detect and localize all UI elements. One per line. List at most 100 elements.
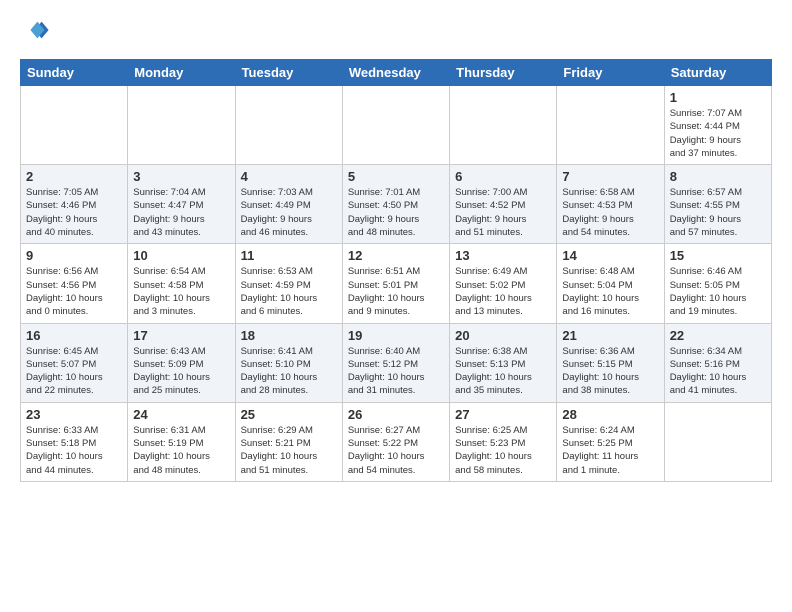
day-info: Sunrise: 6:53 AM Sunset: 4:59 PM Dayligh… (241, 265, 337, 318)
calendar-week-3: 9 Sunrise: 6:56 AM Sunset: 4:56 PM Daylig… (21, 244, 772, 323)
day-info: Sunrise: 6:58 AM Sunset: 4:53 PM Dayligh… (562, 186, 658, 239)
calendar-cell (235, 86, 342, 165)
calendar-cell: 7 Sunrise: 6:58 AM Sunset: 4:53 PM Daylig… (557, 165, 664, 244)
calendar-cell: 25 Sunrise: 6:29 AM Sunset: 5:21 PM Dayli… (235, 402, 342, 481)
calendar-header-wednesday: Wednesday (342, 60, 449, 86)
day-number: 21 (562, 328, 658, 343)
calendar-cell: 12 Sunrise: 6:51 AM Sunset: 5:01 PM Dayli… (342, 244, 449, 323)
day-info: Sunrise: 6:49 AM Sunset: 5:02 PM Dayligh… (455, 265, 551, 318)
day-number: 4 (241, 169, 337, 184)
day-number: 25 (241, 407, 337, 422)
day-number: 26 (348, 407, 444, 422)
day-info: Sunrise: 6:56 AM Sunset: 4:56 PM Dayligh… (26, 265, 122, 318)
calendar-cell: 13 Sunrise: 6:49 AM Sunset: 5:02 PM Dayli… (450, 244, 557, 323)
calendar-cell (450, 86, 557, 165)
calendar-cell: 2 Sunrise: 7:05 AM Sunset: 4:46 PM Daylig… (21, 165, 128, 244)
day-info: Sunrise: 7:04 AM Sunset: 4:47 PM Dayligh… (133, 186, 229, 239)
calendar-cell (342, 86, 449, 165)
day-number: 10 (133, 248, 229, 263)
day-number: 11 (241, 248, 337, 263)
calendar-cell: 11 Sunrise: 6:53 AM Sunset: 4:59 PM Dayli… (235, 244, 342, 323)
calendar-week-4: 16 Sunrise: 6:45 AM Sunset: 5:07 PM Dayli… (21, 323, 772, 402)
calendar-header-tuesday: Tuesday (235, 60, 342, 86)
calendar-cell: 18 Sunrise: 6:41 AM Sunset: 5:10 PM Dayli… (235, 323, 342, 402)
calendar-cell (128, 86, 235, 165)
day-info: Sunrise: 7:03 AM Sunset: 4:49 PM Dayligh… (241, 186, 337, 239)
day-info: Sunrise: 6:25 AM Sunset: 5:23 PM Dayligh… (455, 424, 551, 477)
day-info: Sunrise: 6:38 AM Sunset: 5:13 PM Dayligh… (455, 345, 551, 398)
day-number: 1 (670, 90, 766, 105)
day-number: 9 (26, 248, 122, 263)
day-info: Sunrise: 6:51 AM Sunset: 5:01 PM Dayligh… (348, 265, 444, 318)
calendar-cell: 24 Sunrise: 6:31 AM Sunset: 5:19 PM Dayli… (128, 402, 235, 481)
calendar-cell: 1 Sunrise: 7:07 AM Sunset: 4:44 PM Daylig… (664, 86, 771, 165)
calendar-cell: 6Sunrise: 7:00 AM Sunset: 4:52 PM Daylig… (450, 165, 557, 244)
calendar-cell: 26Sunrise: 6:27 AM Sunset: 5:22 PM Dayli… (342, 402, 449, 481)
header (20, 16, 772, 49)
calendar-cell: 9 Sunrise: 6:56 AM Sunset: 4:56 PM Daylig… (21, 244, 128, 323)
calendar-cell: 8 Sunrise: 6:57 AM Sunset: 4:55 PM Daylig… (664, 165, 771, 244)
day-number: 8 (670, 169, 766, 184)
logo (20, 16, 50, 49)
day-number: 13 (455, 248, 551, 263)
day-info: Sunrise: 6:41 AM Sunset: 5:10 PM Dayligh… (241, 345, 337, 398)
day-number: 3 (133, 169, 229, 184)
day-number: 15 (670, 248, 766, 263)
calendar-cell (664, 402, 771, 481)
day-info: Sunrise: 7:07 AM Sunset: 4:44 PM Dayligh… (670, 107, 766, 160)
day-number: 22 (670, 328, 766, 343)
calendar-cell: 14 Sunrise: 6:48 AM Sunset: 5:04 PM Dayli… (557, 244, 664, 323)
calendar-cell: 10Sunrise: 6:54 AM Sunset: 4:58 PM Dayli… (128, 244, 235, 323)
day-info: Sunrise: 6:36 AM Sunset: 5:15 PM Dayligh… (562, 345, 658, 398)
day-number: 16 (26, 328, 122, 343)
day-info: Sunrise: 6:46 AM Sunset: 5:05 PM Dayligh… (670, 265, 766, 318)
day-number: 7 (562, 169, 658, 184)
logo-icon (22, 16, 50, 44)
day-info: Sunrise: 6:43 AM Sunset: 5:09 PM Dayligh… (133, 345, 229, 398)
calendar-header-saturday: Saturday (664, 60, 771, 86)
calendar-cell: 5 Sunrise: 7:01 AM Sunset: 4:50 PM Daylig… (342, 165, 449, 244)
calendar-header-row: SundayMondayTuesdayWednesdayThursdayFrid… (21, 60, 772, 86)
day-info: Sunrise: 6:29 AM Sunset: 5:21 PM Dayligh… (241, 424, 337, 477)
calendar-cell: 22 Sunrise: 6:34 AM Sunset: 5:16 PM Dayli… (664, 323, 771, 402)
day-number: 2 (26, 169, 122, 184)
day-number: 17 (133, 328, 229, 343)
calendar-week-5: 23 Sunrise: 6:33 AM Sunset: 5:18 PM Dayli… (21, 402, 772, 481)
day-info: Sunrise: 7:05 AM Sunset: 4:46 PM Dayligh… (26, 186, 122, 239)
day-number: 12 (348, 248, 444, 263)
day-number: 28 (562, 407, 658, 422)
day-number: 14 (562, 248, 658, 263)
day-info: Sunrise: 7:00 AM Sunset: 4:52 PM Dayligh… (455, 186, 551, 239)
day-info: Sunrise: 6:33 AM Sunset: 5:18 PM Dayligh… (26, 424, 122, 477)
calendar-header-thursday: Thursday (450, 60, 557, 86)
day-info: Sunrise: 7:01 AM Sunset: 4:50 PM Dayligh… (348, 186, 444, 239)
day-info: Sunrise: 6:57 AM Sunset: 4:55 PM Dayligh… (670, 186, 766, 239)
day-number: 23 (26, 407, 122, 422)
day-info: Sunrise: 6:40 AM Sunset: 5:12 PM Dayligh… (348, 345, 444, 398)
calendar-cell: 4 Sunrise: 7:03 AM Sunset: 4:49 PM Daylig… (235, 165, 342, 244)
calendar-cell: 28 Sunrise: 6:24 AM Sunset: 5:25 PM Dayli… (557, 402, 664, 481)
calendar: SundayMondayTuesdayWednesdayThursdayFrid… (20, 59, 772, 482)
calendar-cell: 16 Sunrise: 6:45 AM Sunset: 5:07 PM Dayli… (21, 323, 128, 402)
day-number: 24 (133, 407, 229, 422)
calendar-header-monday: Monday (128, 60, 235, 86)
calendar-week-1: 1 Sunrise: 7:07 AM Sunset: 4:44 PM Daylig… (21, 86, 772, 165)
calendar-cell: 15 Sunrise: 6:46 AM Sunset: 5:05 PM Dayli… (664, 244, 771, 323)
calendar-cell (557, 86, 664, 165)
day-number: 18 (241, 328, 337, 343)
calendar-header-sunday: Sunday (21, 60, 128, 86)
day-info: Sunrise: 6:34 AM Sunset: 5:16 PM Dayligh… (670, 345, 766, 398)
day-info: Sunrise: 6:24 AM Sunset: 5:25 PM Dayligh… (562, 424, 658, 477)
day-info: Sunrise: 6:48 AM Sunset: 5:04 PM Dayligh… (562, 265, 658, 318)
day-info: Sunrise: 6:45 AM Sunset: 5:07 PM Dayligh… (26, 345, 122, 398)
calendar-week-2: 2 Sunrise: 7:05 AM Sunset: 4:46 PM Daylig… (21, 165, 772, 244)
day-number: 19 (348, 328, 444, 343)
day-number: 5 (348, 169, 444, 184)
calendar-cell: 27 Sunrise: 6:25 AM Sunset: 5:23 PM Dayli… (450, 402, 557, 481)
day-info: Sunrise: 6:31 AM Sunset: 5:19 PM Dayligh… (133, 424, 229, 477)
calendar-cell: 19 Sunrise: 6:40 AM Sunset: 5:12 PM Dayli… (342, 323, 449, 402)
calendar-cell: 3 Sunrise: 7:04 AM Sunset: 4:47 PM Daylig… (128, 165, 235, 244)
calendar-cell (21, 86, 128, 165)
calendar-cell: 23 Sunrise: 6:33 AM Sunset: 5:18 PM Dayli… (21, 402, 128, 481)
day-number: 27 (455, 407, 551, 422)
